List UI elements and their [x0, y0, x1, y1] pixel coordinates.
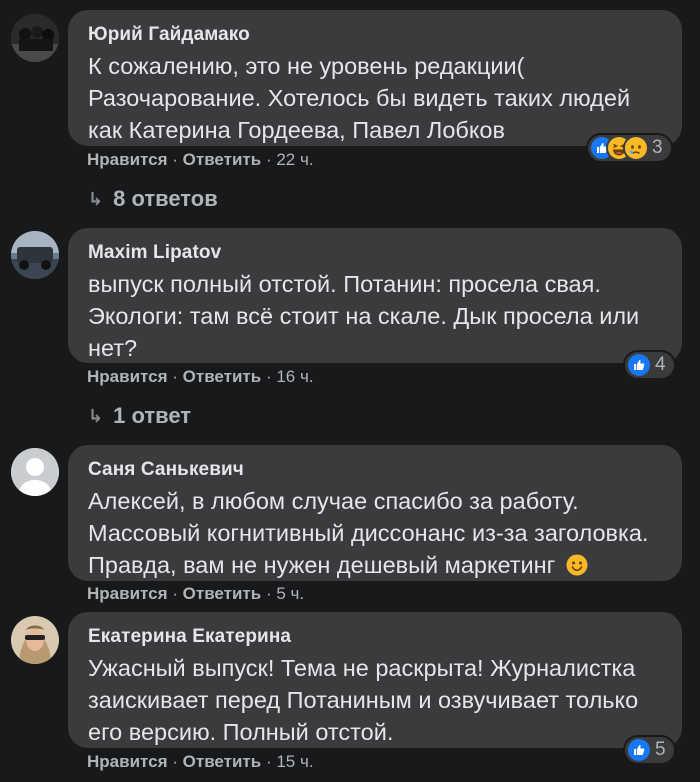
comment-text: Алексей, в любом случае спасибо за работ… [88, 485, 668, 584]
comment-bubble: Екатерина Екатерина Ужасный выпуск! Тема… [68, 612, 682, 748]
comment-time[interactable]: 22 ч. [276, 150, 313, 169]
separator: · [172, 752, 178, 771]
comment-time[interactable]: 16 ч. [276, 367, 313, 386]
like-icon [628, 354, 650, 376]
like-link[interactable]: Нравится [87, 150, 168, 169]
comment-author[interactable]: Юрий Гайдамако [88, 24, 662, 46]
separator: · [172, 584, 178, 603]
comment-text: Ужасный выпуск! Тема не раскрыта! Журнал… [88, 655, 639, 745]
like-link[interactable]: Нравится [87, 367, 168, 386]
avatar[interactable] [11, 231, 59, 279]
avatar[interactable] [11, 14, 59, 62]
separator: · [172, 150, 178, 169]
reply-link[interactable]: Ответить [183, 584, 262, 603]
comment-time[interactable]: 15 ч. [276, 752, 313, 771]
view-replies-link[interactable]: ↳ 8 ответов [88, 186, 218, 212]
view-replies-link[interactable]: ↳ 1 ответ [88, 403, 191, 429]
comment-actions: Нравится · Ответить · 5 ч. [87, 584, 304, 604]
reply-link[interactable]: Ответить [183, 752, 262, 771]
comment-text-content: Алексей, в любом случае спасибо за работ… [88, 488, 649, 578]
comment-bubble: Maxim Lipatov выпуск полный отстой. Пота… [68, 228, 682, 363]
reaction-count: 5 [655, 739, 666, 760]
separator: · [265, 752, 272, 771]
reply-arrow-icon: ↳ [88, 405, 104, 426]
like-link[interactable]: Нравится [87, 584, 168, 603]
comment-text: К сожалению, это не уровень редакции( Ра… [88, 53, 631, 143]
reaction-count: 3 [652, 137, 663, 158]
separator: · [265, 150, 272, 169]
replies-count: 8 ответов [113, 186, 218, 211]
reaction-count: 4 [655, 354, 666, 375]
comment-actions: Нравится · Ответить · 22 ч. [87, 150, 314, 170]
comment-author[interactable]: Екатерина Екатерина [88, 626, 662, 648]
reply-arrow-icon: ↳ [88, 188, 104, 209]
separator: · [265, 584, 272, 603]
comment-actions: Нравится · Ответить · 16 ч. [87, 367, 314, 387]
avatar[interactable] [11, 448, 59, 496]
comment-author[interactable]: Maxim Lipatov [88, 242, 662, 264]
reaction-summary[interactable]: 4 [625, 352, 674, 378]
separator: · [265, 367, 272, 386]
sad-icon [625, 137, 647, 159]
reaction-summary[interactable]: 5 [625, 737, 674, 763]
like-icon [628, 739, 650, 761]
default-user-icon [11, 448, 59, 496]
avatar[interactable] [11, 616, 59, 664]
smile-emoji-icon [566, 552, 588, 584]
replies-count: 1 ответ [113, 403, 192, 428]
comment-author[interactable]: Саня Санькевич [88, 459, 662, 481]
separator: · [172, 367, 178, 386]
comment-actions: Нравится · Ответить · 15 ч. [87, 752, 314, 772]
reaction-summary[interactable]: 3 [588, 135, 671, 161]
like-link[interactable]: Нравится [87, 752, 168, 771]
comment-text: выпуск полный отстой. Потанин: просела с… [88, 271, 640, 361]
reply-link[interactable]: Ответить [183, 150, 262, 169]
comment-bubble: Юрий Гайдамако К сожалению, это не урове… [68, 10, 682, 146]
comment-time[interactable]: 5 ч. [276, 584, 304, 603]
reply-link[interactable]: Ответить [183, 367, 262, 386]
comment-bubble: Саня Санькевич Алексей, в любом случае с… [68, 445, 682, 581]
